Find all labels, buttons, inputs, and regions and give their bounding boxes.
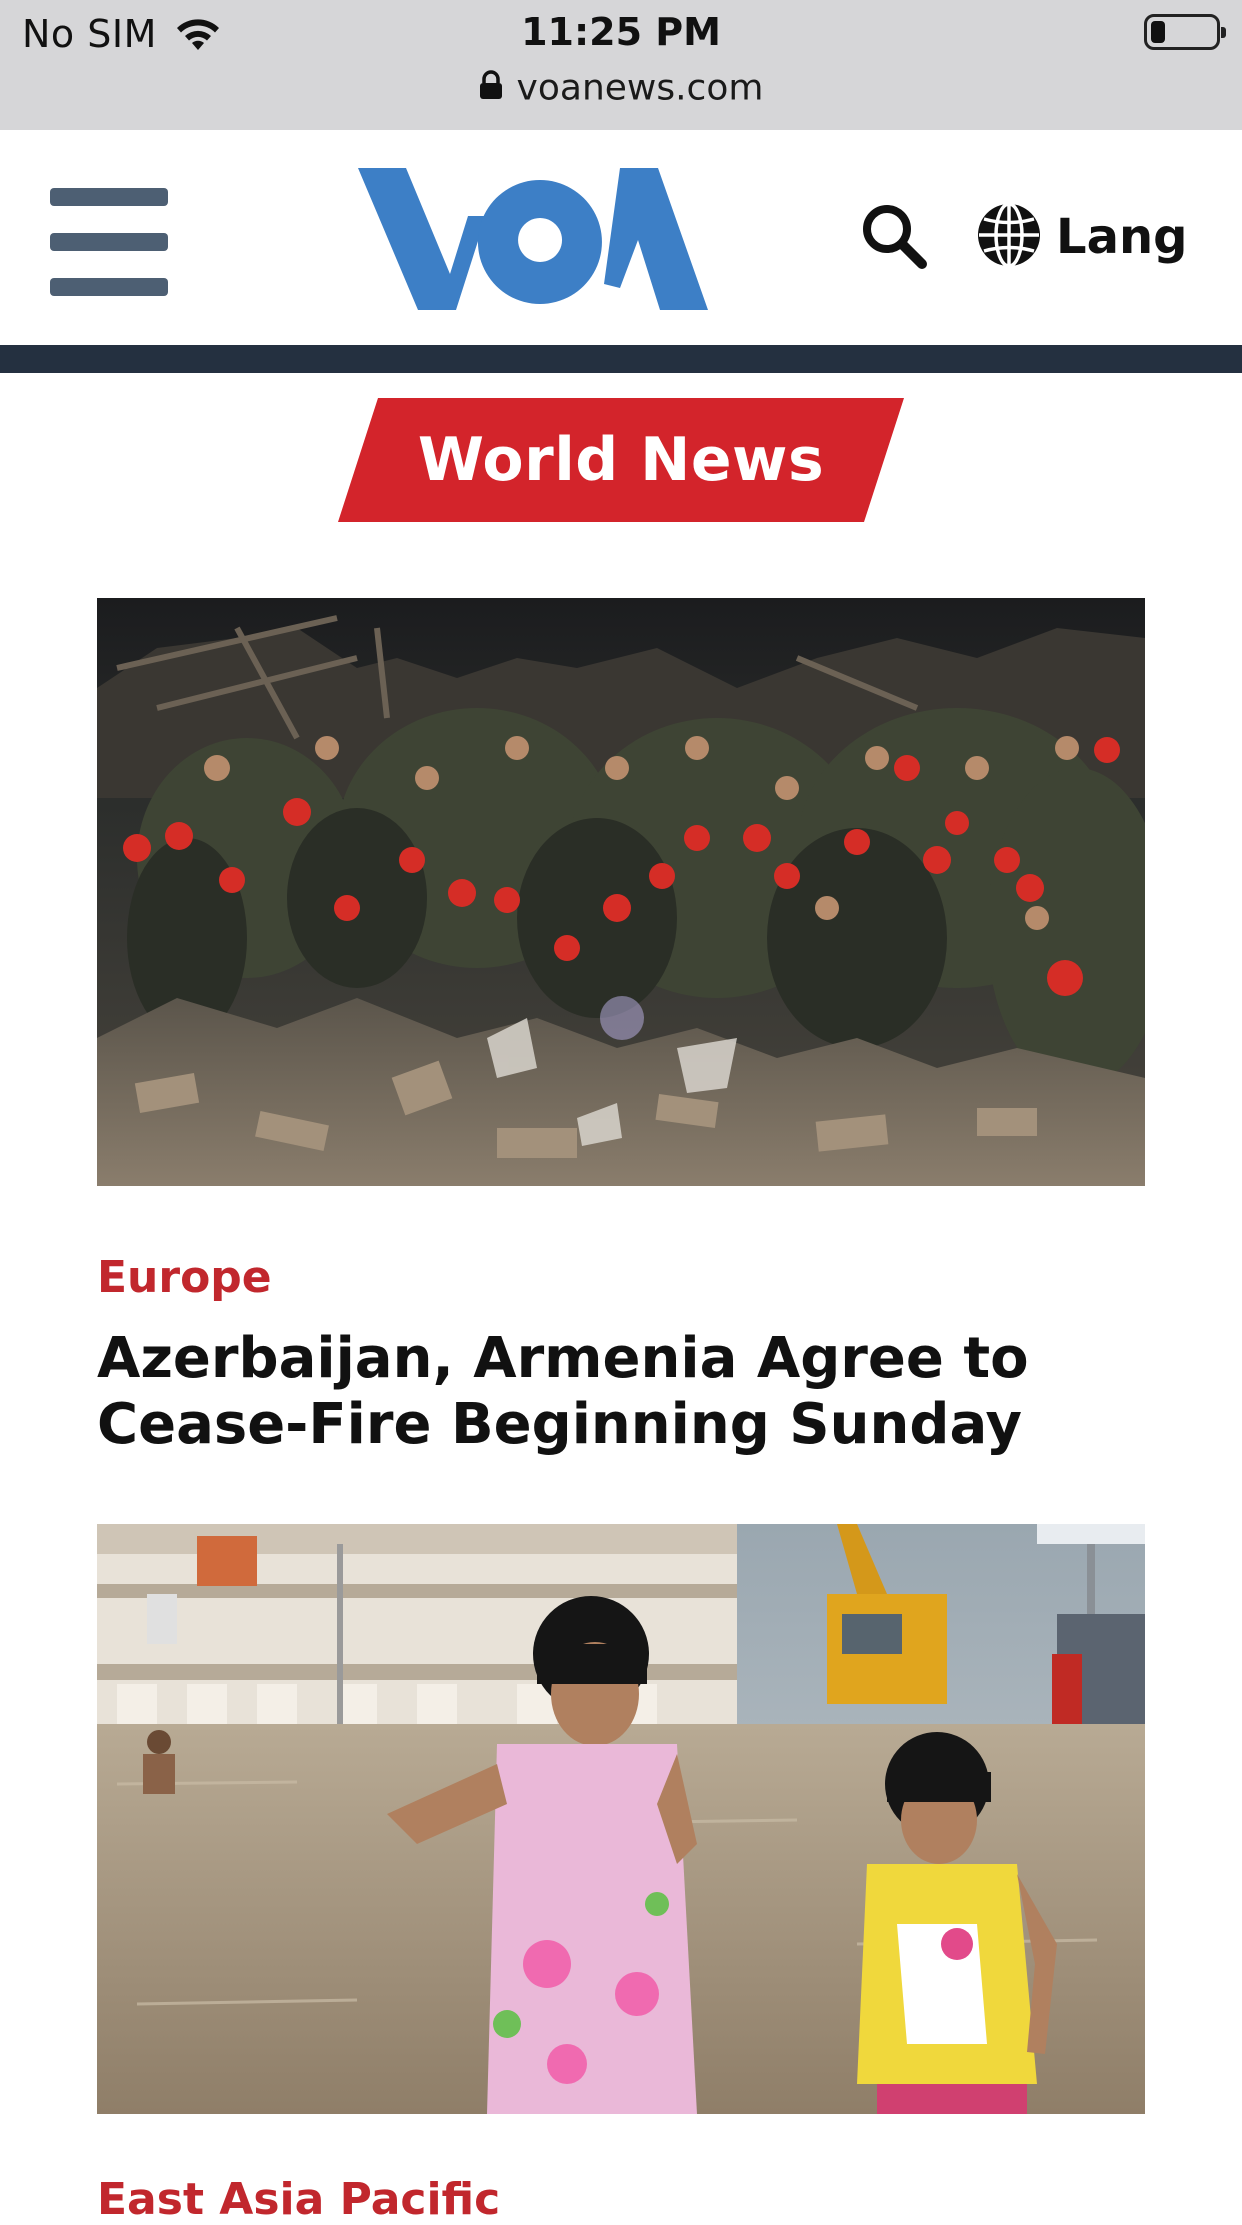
battery-icon	[1144, 14, 1226, 50]
hamburger-menu-icon[interactable]	[50, 188, 168, 296]
site-header: Lang	[0, 130, 1242, 345]
clock: 11:25 PM	[521, 10, 721, 54]
url-text: voanews.com	[516, 67, 764, 109]
article-category-link[interactable]: East Asia Pacific	[97, 2174, 500, 2225]
address-bar[interactable]: voanews.com	[0, 66, 1242, 109]
section-title-banner[interactable]: World News	[338, 398, 904, 522]
header-divider-bar	[0, 345, 1242, 373]
lock-icon	[479, 68, 503, 109]
article-image-rescue-workers[interactable]	[97, 598, 1145, 1186]
lang-label: Lang	[1056, 209, 1188, 265]
article-image-flood-children[interactable]	[97, 1524, 1145, 2114]
status-bar: No SIM 11:25 PM voanews.com	[0, 0, 1242, 130]
voa-logo[interactable]	[358, 168, 708, 314]
article-category-link[interactable]: Europe	[97, 1252, 272, 1303]
globe-icon	[976, 202, 1042, 272]
language-button[interactable]: Lang	[976, 202, 1188, 272]
article-headline-link[interactable]: Azerbaijan, Armenia Agree to Cease-Fire …	[97, 1326, 1157, 1458]
section-title: World News	[417, 425, 825, 495]
search-icon[interactable]	[860, 202, 928, 274]
